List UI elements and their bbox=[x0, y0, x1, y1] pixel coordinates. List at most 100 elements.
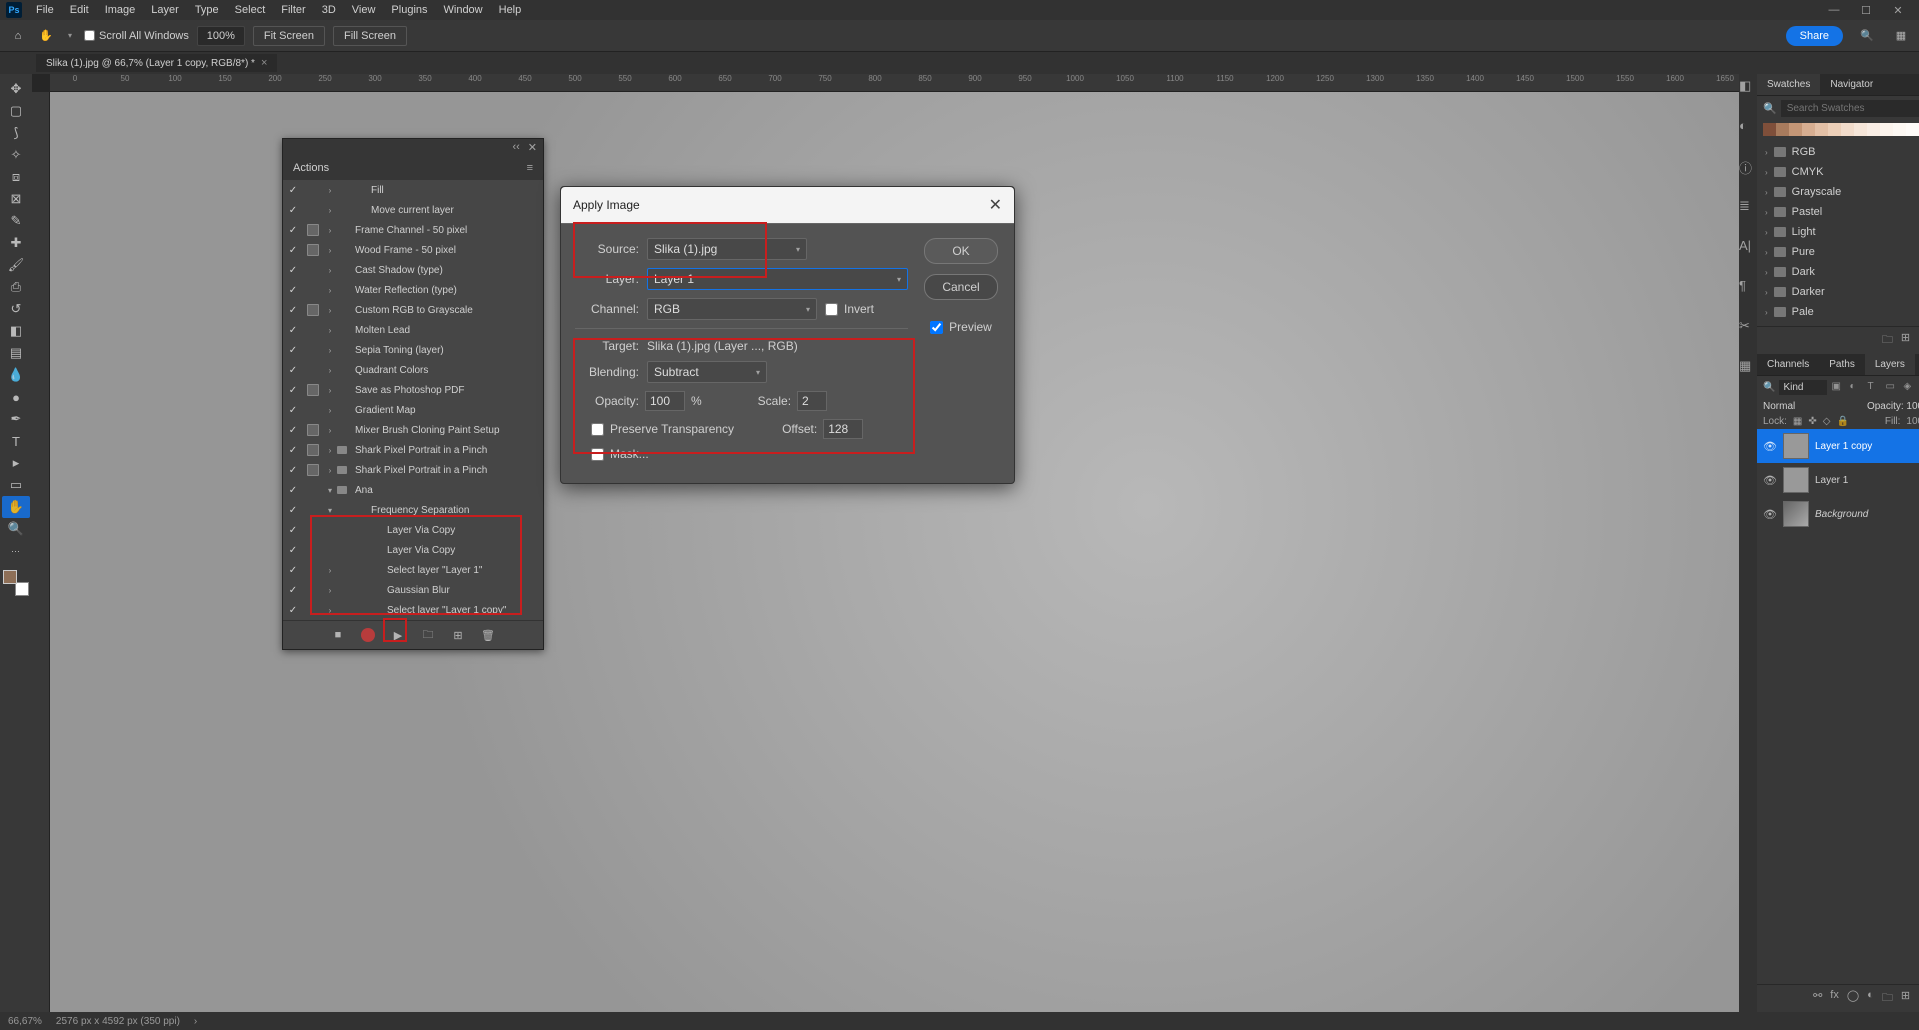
character-icon[interactable]: A| bbox=[1739, 238, 1757, 256]
action-expand-icon[interactable]: › bbox=[323, 226, 337, 235]
blending-select[interactable]: Subtract▾ bbox=[647, 361, 767, 383]
new-swatch-icon[interactable]: ⊞ bbox=[1901, 331, 1910, 350]
layer-fx-icon[interactable]: fx bbox=[1830, 989, 1839, 1008]
layer-select[interactable]: Layer 1▾ bbox=[647, 268, 908, 290]
hand-tool-icon[interactable]: ✋ bbox=[36, 26, 56, 46]
swatch-color[interactable] bbox=[1893, 123, 1906, 136]
swatches-tab[interactable]: Swatches bbox=[1757, 74, 1820, 95]
link-layers-icon[interactable]: ⚯ bbox=[1813, 989, 1822, 1008]
action-row[interactable]: ✓›Shark Pixel Portrait in a Pinch bbox=[283, 440, 543, 460]
close-icon[interactable]: ✕ bbox=[1883, 1, 1913, 19]
tool-presets-icon[interactable]: ✂ bbox=[1739, 318, 1757, 336]
swatch-folder[interactable]: ›RGB bbox=[1763, 142, 1919, 162]
action-dialog-toggle[interactable] bbox=[303, 304, 323, 316]
menu-file[interactable]: File bbox=[28, 2, 62, 18]
menu-help[interactable]: Help bbox=[491, 2, 530, 18]
action-row[interactable]: ✓›Fill bbox=[283, 180, 543, 200]
swatch-folder[interactable]: ›Grayscale bbox=[1763, 182, 1919, 202]
action-expand-icon[interactable]: › bbox=[323, 246, 337, 255]
paragraph-icon[interactable]: ¶ bbox=[1739, 278, 1757, 296]
dialog-close-icon[interactable]: ✕ bbox=[989, 195, 1002, 215]
new-action-icon[interactable]: ⊞ bbox=[450, 627, 466, 643]
action-expand-icon[interactable]: › bbox=[323, 286, 337, 295]
filter-smart-icon[interactable]: ◈ bbox=[1903, 381, 1917, 395]
offset-input[interactable] bbox=[823, 419, 863, 439]
layer-mask-icon[interactable]: ◯ bbox=[1847, 989, 1859, 1008]
action-expand-icon[interactable]: › bbox=[323, 466, 337, 475]
menu-type[interactable]: Type bbox=[187, 2, 227, 18]
zoom-tool[interactable]: 🔍 bbox=[2, 518, 30, 540]
path-select-tool[interactable]: ▸ bbox=[2, 452, 30, 474]
fg-bg-swatches[interactable] bbox=[3, 570, 29, 596]
menu-view[interactable]: View bbox=[344, 2, 384, 18]
new-folder-icon[interactable]: 🗀 bbox=[1882, 331, 1893, 350]
ok-button[interactable]: OK bbox=[924, 238, 998, 264]
layer-filter-kind[interactable]: Kind bbox=[1779, 380, 1827, 395]
lock-all-icon[interactable]: 🔒 bbox=[1836, 416, 1848, 427]
preserve-transparency-checkbox[interactable]: Preserve Transparency bbox=[591, 422, 734, 436]
action-expand-icon[interactable]: › bbox=[323, 366, 337, 375]
action-row[interactable]: ✓›Gradient Map bbox=[283, 400, 543, 420]
panel-menu-icon[interactable]: ≡ bbox=[527, 162, 533, 174]
action-row[interactable]: ✓›Gaussian Blur bbox=[283, 580, 543, 600]
swatch-color[interactable] bbox=[1867, 123, 1880, 136]
action-toggle[interactable]: ✓ bbox=[283, 305, 303, 316]
action-toggle[interactable]: ✓ bbox=[283, 265, 303, 276]
dodge-tool[interactable]: ● bbox=[2, 386, 30, 408]
search-icon[interactable]: 🔍 bbox=[1857, 26, 1877, 46]
status-zoom[interactable]: 66,67% bbox=[8, 1016, 42, 1027]
paths-tab[interactable]: Paths bbox=[1819, 354, 1865, 375]
visibility-icon[interactable]: 👁 bbox=[1763, 474, 1777, 487]
menu-window[interactable]: Window bbox=[436, 2, 491, 18]
edit-toolbar[interactable]: ⋯ bbox=[2, 540, 30, 562]
action-toggle[interactable]: ✓ bbox=[283, 365, 303, 376]
action-row[interactable]: ✓›Move current layer bbox=[283, 200, 543, 220]
menu-filter[interactable]: Filter bbox=[273, 2, 313, 18]
adjustments-icon[interactable]: ◐ bbox=[1739, 118, 1757, 136]
action-row[interactable]: ✓›Cast Shadow (type) bbox=[283, 260, 543, 280]
action-expand-icon[interactable]: › bbox=[323, 346, 337, 355]
new-set-icon[interactable]: 🗀 bbox=[420, 627, 436, 643]
action-expand-icon[interactable]: › bbox=[323, 446, 337, 455]
status-arrow-icon[interactable]: › bbox=[194, 1016, 197, 1027]
action-toggle[interactable]: ✓ bbox=[283, 485, 303, 496]
swatch-folder[interactable]: ›Darker bbox=[1763, 282, 1919, 302]
eyedropper-tool[interactable]: ✎ bbox=[2, 210, 30, 232]
action-toggle[interactable]: ✓ bbox=[283, 385, 303, 396]
action-expand-icon[interactable]: › bbox=[323, 406, 337, 415]
layer-row[interactable]: 👁Layer 1 bbox=[1757, 463, 1919, 497]
pattern-icon[interactable]: ▦ bbox=[1739, 358, 1757, 376]
brush-tool[interactable]: 🖌 bbox=[2, 254, 30, 276]
swatch-color[interactable] bbox=[1815, 123, 1828, 136]
layer-row[interactable]: 👁Background🔒 bbox=[1757, 497, 1919, 531]
action-toggle[interactable]: ✓ bbox=[283, 185, 303, 196]
close-tab-icon[interactable]: × bbox=[261, 57, 267, 69]
channels-tab[interactable]: Channels bbox=[1757, 354, 1819, 375]
action-toggle[interactable]: ✓ bbox=[283, 505, 303, 516]
swatch-color[interactable] bbox=[1789, 123, 1802, 136]
type-tool[interactable]: T bbox=[2, 430, 30, 452]
action-toggle[interactable]: ✓ bbox=[283, 345, 303, 356]
menu-edit[interactable]: Edit bbox=[62, 2, 97, 18]
swatch-folder[interactable]: ›Pure bbox=[1763, 242, 1919, 262]
swatch-folder[interactable]: ›CMYK bbox=[1763, 162, 1919, 182]
filter-adjust-icon[interactable]: ◐ bbox=[1849, 381, 1863, 395]
lasso-tool[interactable]: ⟆ bbox=[2, 122, 30, 144]
action-toggle[interactable]: ✓ bbox=[283, 325, 303, 336]
minimize-icon[interactable]: — bbox=[1819, 1, 1849, 19]
collapse-icon[interactable]: ‹‹ bbox=[512, 141, 519, 154]
swatch-color[interactable] bbox=[1841, 123, 1854, 136]
lock-artboard-icon[interactable]: ◇ bbox=[1823, 416, 1831, 427]
move-tool[interactable]: ✥ bbox=[2, 78, 30, 100]
lock-pixels-icon[interactable]: ▦ bbox=[1793, 416, 1802, 427]
action-row[interactable]: ✓›Wood Frame - 50 pixel bbox=[283, 240, 543, 260]
action-expand-icon[interactable]: › bbox=[323, 586, 337, 595]
action-dialog-toggle[interactable] bbox=[303, 244, 323, 256]
action-toggle[interactable]: ✓ bbox=[283, 205, 303, 216]
action-expand-icon[interactable]: ▾ bbox=[323, 486, 337, 495]
shape-tool[interactable]: ▭ bbox=[2, 474, 30, 496]
action-dialog-toggle[interactable] bbox=[303, 444, 323, 456]
visibility-icon[interactable]: 👁 bbox=[1763, 440, 1777, 453]
swatch-folder[interactable]: ›Light bbox=[1763, 222, 1919, 242]
swatch-color[interactable] bbox=[1802, 123, 1815, 136]
